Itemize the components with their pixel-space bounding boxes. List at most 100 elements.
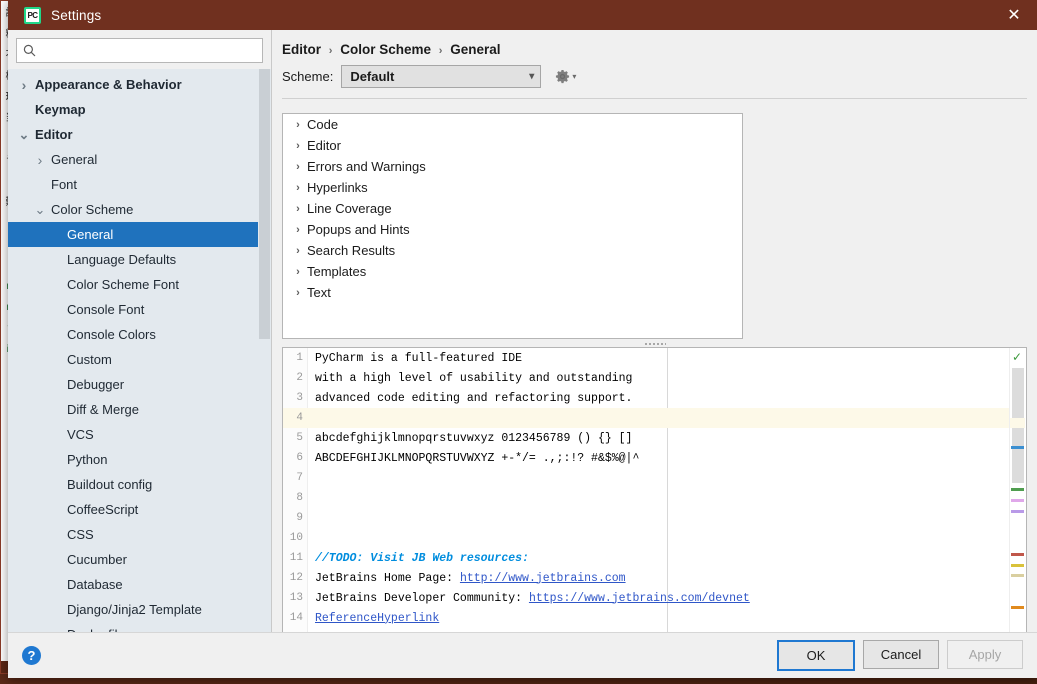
hyperlink[interactable]: http://www.jetbrains.com xyxy=(460,572,626,585)
chevron-right-icon[interactable]: › xyxy=(289,203,307,215)
sidebar-item-label: CSS xyxy=(67,527,94,542)
scrollbar-marker-blue xyxy=(1011,446,1024,449)
category-line-coverage[interactable]: › Line Coverage xyxy=(283,198,742,219)
search-box[interactable] xyxy=(16,38,263,63)
category-errors-and-warnings[interactable]: › Errors and Warnings xyxy=(283,156,742,177)
sidebar-item-buildout-config[interactable]: ›Buildout config xyxy=(8,472,271,497)
line-number: 2 xyxy=(296,372,303,384)
sidebar-scrollbar-thumb[interactable] xyxy=(259,69,270,339)
sidebar-item-python[interactable]: ›Python xyxy=(8,447,271,472)
scrollbar-marker-orange xyxy=(1011,606,1024,609)
preview-code[interactable]: 1 PyCharm is a full-featured IDE 2 with a h… xyxy=(283,348,1010,632)
sidebar-scrollbar[interactable] xyxy=(258,69,271,632)
hyperlink[interactable]: https://www.jetbrains.com/devnet xyxy=(529,592,750,605)
category-text[interactable]: › Text xyxy=(283,282,742,303)
preview-scrollbar[interactable]: ✓ xyxy=(1009,348,1026,632)
sidebar-item-label: Editor xyxy=(35,127,73,142)
cancel-button[interactable]: Cancel xyxy=(863,640,939,669)
chevron-right-icon[interactable]: › xyxy=(289,161,307,173)
sidebar-item-general[interactable]: ›General xyxy=(8,222,271,247)
color-categories-list[interactable]: › Code › Editor › Errors and Warnings › Hyperli… xyxy=(282,113,743,339)
preview-line: 3 advanced code editing and refactoring s… xyxy=(283,388,1010,408)
reference-hyperlink[interactable]: ReferenceHyperlink xyxy=(315,612,439,625)
category-templates[interactable]: › Templates xyxy=(283,261,742,282)
line-number: 6 xyxy=(296,452,303,464)
category-label: Code xyxy=(307,117,339,132)
close-icon[interactable]: ✕ xyxy=(991,0,1037,30)
preview-line-text: PyCharm is a full-featured IDE xyxy=(315,351,523,365)
sidebar-item-label: Django/Jinja2 Template xyxy=(67,602,202,617)
sidebar-item-label: General xyxy=(67,227,114,242)
sidebar-item-color-scheme-font[interactable]: ›Color Scheme Font xyxy=(8,272,271,297)
sidebar-item-cucumber[interactable]: ›Cucumber xyxy=(8,547,271,572)
scheme-dropdown[interactable]: Default ▾ xyxy=(341,65,542,88)
chevron-down-icon: ▾ xyxy=(529,71,535,82)
sidebar-item-vcs[interactable]: ›VCS xyxy=(8,422,271,447)
category-popups-and-hints[interactable]: › Popups and Hints xyxy=(283,219,742,240)
sidebar-item-css[interactable]: ›CSS xyxy=(8,522,271,547)
chevron-right-icon[interactable]: › xyxy=(289,182,307,194)
scheme-label: Scheme: xyxy=(282,69,334,84)
search-icon xyxy=(23,44,36,57)
sidebar-item-custom[interactable]: ›Custom xyxy=(8,347,271,372)
sidebar-item-database[interactable]: ›Database xyxy=(8,572,271,597)
color-preview-pane[interactable]: 1 PyCharm is a full-featured IDE 2 with a h… xyxy=(282,347,1027,632)
line-number: 11 xyxy=(289,552,303,564)
sidebar-item-console-font[interactable]: ›Console Font xyxy=(8,297,271,322)
sidebar-item-django-jinja2-template[interactable]: ›Django/Jinja2 Template xyxy=(8,597,271,622)
chevron-right-icon[interactable]: › xyxy=(289,224,307,236)
chevron-right-icon[interactable]: › xyxy=(289,119,307,131)
category-label: Editor xyxy=(307,138,341,153)
breadcrumb-item-1[interactable]: Color Scheme xyxy=(340,42,431,57)
scrollbar-marker-yellow xyxy=(1011,564,1024,567)
chevron-right-icon[interactable]: › xyxy=(289,287,307,299)
scheme-settings-button[interactable]: ▾ xyxy=(555,69,576,84)
sidebar-item-label: Buildout config xyxy=(67,477,153,492)
sidebar-item-font[interactable]: ›Font xyxy=(8,172,271,197)
sidebar-item-dockerfile[interactable]: ›Dockerfile xyxy=(8,622,271,632)
chevron-right-icon[interactable]: › xyxy=(16,77,32,93)
sidebar-item-label: Color Scheme xyxy=(51,202,134,217)
breadcrumb-separator-icon: › xyxy=(438,45,443,57)
scrollbar-marker-green xyxy=(1011,488,1024,491)
chevron-right-icon[interactable]: › xyxy=(289,140,307,152)
ok-button[interactable]: OK xyxy=(777,640,855,671)
sidebar-item-label: Appearance & Behavior xyxy=(35,77,182,92)
chevron-right-icon[interactable]: › xyxy=(289,245,307,257)
sidebar-tree: ›Appearance & Behavior›Keymap⌄Editor›Gen… xyxy=(8,69,271,632)
category-hyperlinks[interactable]: › Hyperlinks xyxy=(283,177,742,198)
settings-dialog: PC Settings ✕ ›Appearance & Behavior›Key… xyxy=(8,0,1037,678)
gear-icon xyxy=(556,69,570,84)
sidebar-item-language-defaults[interactable]: ›Language Defaults xyxy=(8,247,271,272)
category-editor[interactable]: › Editor xyxy=(283,135,742,156)
chevron-right-icon[interactable]: › xyxy=(289,266,307,278)
sidebar-item-color-scheme[interactable]: ⌄ Color Scheme xyxy=(8,197,271,222)
sidebar-item-coffeescript[interactable]: ›CoffeeScript xyxy=(8,497,271,522)
search-input[interactable] xyxy=(41,42,256,59)
sidebar-item-console-colors[interactable]: ›Console Colors xyxy=(8,322,271,347)
sidebar-item-label: General xyxy=(51,152,98,167)
sidebar-item-keymap[interactable]: ›Keymap xyxy=(8,97,271,122)
preview-line-text: JetBrains Home Page: http://www.jetbrain… xyxy=(307,572,626,585)
sidebar-item-general[interactable]: ›General xyxy=(8,147,271,172)
preview-line: 10 xyxy=(283,528,1010,548)
chevron-right-icon[interactable]: › xyxy=(32,152,48,168)
breadcrumb-item-0[interactable]: Editor xyxy=(282,42,321,57)
breadcrumb-item-2: General xyxy=(450,42,501,57)
preview-line-text: ReferenceHyperlink xyxy=(307,612,439,625)
sidebar-item-appearance-behavior[interactable]: › Appearance & Behavior xyxy=(8,72,271,97)
preview-line: 1 PyCharm is a full-featured IDE xyxy=(283,348,1010,368)
sidebar-item-editor[interactable]: ⌄ Editor xyxy=(8,122,271,147)
scrollbar-marker-red xyxy=(1011,553,1024,556)
sidebar-item-diff-merge[interactable]: ›Diff & Merge xyxy=(8,397,271,422)
category-label: Search Results xyxy=(307,243,396,258)
sidebar-item-debugger[interactable]: ›Debugger xyxy=(8,372,271,397)
preview-line: 14 ReferenceHyperlink xyxy=(283,608,1010,628)
category-search-results[interactable]: › Search Results xyxy=(283,240,742,261)
line-number: 7 xyxy=(296,472,303,484)
line-number: 8 xyxy=(296,492,303,504)
line-number: 4 xyxy=(296,412,303,424)
category-code[interactable]: › Code xyxy=(283,114,742,135)
preview-splitter[interactable] xyxy=(282,340,1027,347)
help-button[interactable]: ? xyxy=(22,646,41,665)
